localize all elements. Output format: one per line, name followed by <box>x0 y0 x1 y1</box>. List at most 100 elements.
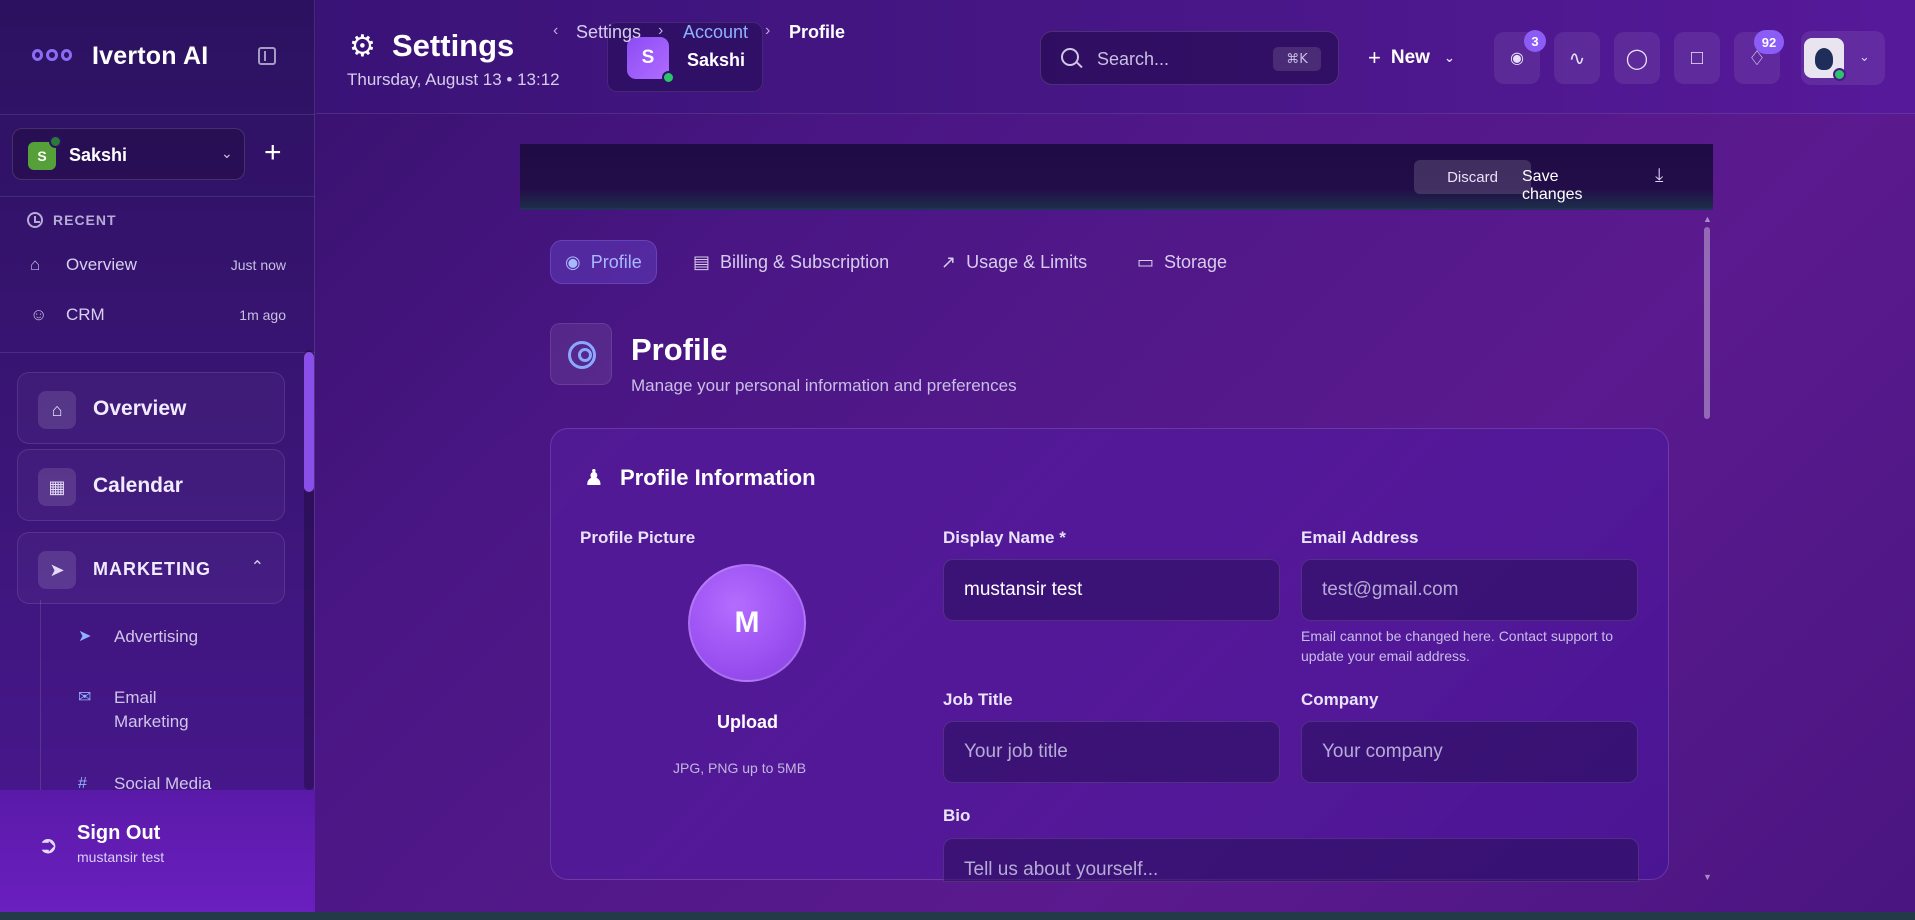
back-chevron-icon[interactable]: ‹ <box>553 22 558 40</box>
sidebar-item-label: Email Marketing <box>114 688 189 731</box>
breadcrumb-settings[interactable]: Settings <box>576 22 641 43</box>
signout-button[interactable]: ➲ Sign Out mustansir test <box>0 790 315 912</box>
signout-user: mustansir test <box>77 849 165 865</box>
upload-button[interactable]: Upload <box>717 712 778 733</box>
hard-drive-icon: ▭ <box>1137 251 1155 272</box>
activity-button[interactable]: ∿ <box>1554 32 1600 84</box>
sidebar-item-label: Calendar <box>93 474 183 497</box>
online-status-icon <box>1833 68 1846 81</box>
breadcrumb-profile: Profile <box>789 22 846 42</box>
add-workspace-button[interactable]: + <box>264 138 282 168</box>
chevron-right-icon: › <box>765 22 771 39</box>
online-status-icon <box>662 71 675 84</box>
tab-usage[interactable]: ↗ Usage & Limits <box>927 240 1101 284</box>
upload-hint: JPG, PNG up to 5MB <box>673 760 807 776</box>
profile-avatar: M <box>688 564 806 682</box>
chevron-down-icon: ⌄ <box>221 145 233 161</box>
new-button-label: New <box>1390 47 1430 68</box>
chevron-down-icon: ⌄ <box>1443 50 1455 65</box>
content-scrollbar-thumb[interactable] <box>1704 227 1710 419</box>
workspace-switcher[interactable]: S Sakshi ⌄ <box>12 128 245 180</box>
sidebar-collapse-icon[interactable] <box>258 47 276 65</box>
profile-picture-label: Profile Picture <box>580 528 696 547</box>
discard-button[interactable]: Discard <box>1414 160 1531 194</box>
breadcrumb-account[interactable]: Account <box>683 22 748 43</box>
recent-item-time: Just now <box>230 257 286 273</box>
bio-label: Bio <box>943 806 971 825</box>
job-title-placeholder: Your job title <box>964 741 1068 762</box>
workspace-name: Sakshi <box>69 145 128 165</box>
chevron-right-icon: › <box>658 22 664 39</box>
brand-name: Iverton AI <box>92 42 209 70</box>
sidebar-item-overview[interactable]: ⌂ Overview <box>17 372 285 444</box>
card-title: Profile Information <box>620 465 816 490</box>
recent-item-crm[interactable]: ☺ CRM 1m ago <box>30 300 286 330</box>
user-circle-icon <box>550 323 612 385</box>
clock-icon <box>27 212 43 228</box>
brand-logo-icon <box>32 44 72 66</box>
divider <box>0 196 315 197</box>
user-name: Sakshi <box>687 50 746 70</box>
page-date: Thursday, August 13 • 13:12 <box>347 70 560 89</box>
ai-count-badge: 3 <box>1524 30 1546 52</box>
sidebar-item-advertising[interactable]: ➤ Advertising <box>78 625 268 649</box>
scroll-down-icon[interactable]: ▼ <box>1703 872 1712 882</box>
chat-bubble-icon: ◯ <box>1625 47 1649 70</box>
tab-billing[interactable]: ▤ Billing & Subscription <box>679 240 903 284</box>
calendar-icon: ▦ <box>38 468 76 506</box>
brand-header: Iverton AI <box>0 0 315 114</box>
email-field[interactable]: test@gmail.com <box>1301 559 1638 621</box>
scroll-up-icon[interactable]: ▲ <box>1703 214 1712 224</box>
company-placeholder: Your company <box>1322 741 1443 762</box>
megaphone-icon: ➤ <box>78 628 92 645</box>
company-field[interactable]: Your company <box>1301 721 1638 783</box>
sidebar-item-calendar[interactable]: ▦ Calendar <box>17 449 285 521</box>
profile-menu-button[interactable]: ⌄ <box>1801 31 1885 85</box>
sidebar-item-label: Advertising <box>114 627 199 646</box>
job-title-field[interactable]: Your job title <box>943 721 1280 783</box>
search-input[interactable]: Search... ⌘K <box>1040 31 1339 85</box>
notes-button[interactable]: □ <box>1674 32 1720 84</box>
email-label: Email Address <box>1301 528 1419 547</box>
tab-label: Storage <box>1164 251 1228 272</box>
notification-count-badge: 92 <box>1754 30 1784 54</box>
display-name-label: Display Name * <box>943 528 1066 547</box>
home-icon: ⌂ <box>30 255 41 274</box>
save-button[interactable]: Save changes <box>1522 168 1622 204</box>
sidebar-scrollbar-thumb[interactable] <box>304 352 314 492</box>
section-subtitle: Manage your personal information and pre… <box>631 376 1017 395</box>
sidebar-item-email-marketing[interactable]: ✉ Email Marketing <box>78 686 268 734</box>
logout-icon: ➲ <box>38 832 59 859</box>
email-placeholder: test@gmail.com <box>1322 579 1459 600</box>
search-icon <box>1061 48 1079 66</box>
tab-profile[interactable]: ◉ Profile <box>550 240 657 284</box>
tab-label: Usage & Limits <box>966 251 1088 272</box>
recent-item-label: Overview <box>66 255 137 274</box>
display-name-field[interactable]: mustansir test <box>943 559 1280 621</box>
download-icon[interactable]: ⤓ <box>1655 165 1663 187</box>
recent-item-label: CRM <box>66 305 105 324</box>
messages-button[interactable]: ◯ <box>1614 32 1660 84</box>
megaphone-icon: ➤ <box>38 551 76 589</box>
document-icon: □ <box>1690 46 1704 69</box>
sidebar-item-label: MARKETING <box>93 559 211 579</box>
trending-up-icon: ↗ <box>941 251 957 272</box>
sidebar-item-label: Overview <box>93 397 187 420</box>
bio-field[interactable]: Tell us about yourself... <box>943 838 1639 882</box>
recent-heading-label: RECENT <box>53 212 117 228</box>
new-button[interactable]: + New ⌄ <box>1368 44 1455 72</box>
recent-item-overview[interactable]: ⌂ Overview Just now <box>30 250 286 280</box>
job-title-label: Job Title <box>943 690 1013 709</box>
recent-heading: RECENT <box>27 212 117 228</box>
plus-icon: + <box>1368 45 1381 70</box>
bottom-strip <box>0 912 1915 920</box>
mail-icon: ✉ <box>78 689 92 706</box>
tab-storage[interactable]: ▭ Storage <box>1123 240 1241 284</box>
bio-placeholder: Tell us about yourself... <box>964 859 1159 880</box>
tab-label: Billing & Subscription <box>720 251 890 272</box>
company-label: Company <box>1301 690 1379 709</box>
sidebar-item-marketing[interactable]: ➤ MARKETING ⌃ <box>17 532 285 604</box>
credit-card-icon: ▤ <box>693 251 711 272</box>
chevron-down-icon: ⌄ <box>1859 49 1870 64</box>
user-check-icon: ☺ <box>30 305 48 324</box>
